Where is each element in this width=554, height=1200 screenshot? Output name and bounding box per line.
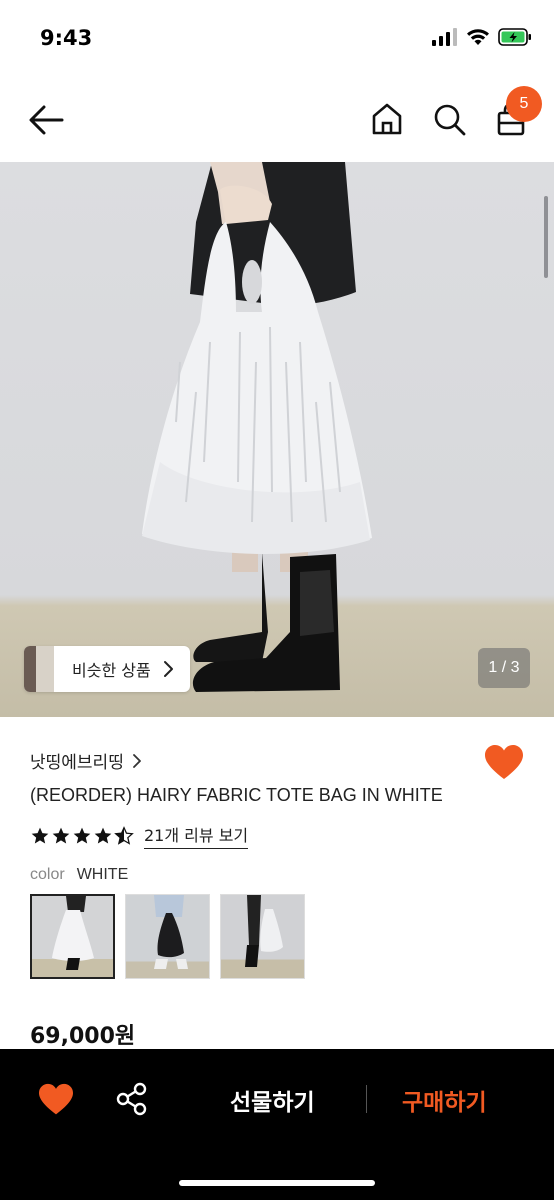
bottom-action-bar: 선물하기 구매하기 (0, 1049, 554, 1200)
heart-icon (485, 745, 523, 779)
swatch-thumbnail (245, 895, 283, 967)
divider (366, 1085, 367, 1113)
swatch-white[interactable] (30, 894, 115, 979)
rating-row: 21개 리뷰 보기 (30, 822, 249, 849)
half-star-icon (114, 825, 134, 845)
home-icon (372, 103, 402, 135)
product-photo (142, 162, 372, 692)
home-indicator (179, 1180, 375, 1186)
product-title: (REORDER) HAIRY FABRIC TOTE BAG IN WHITE (30, 785, 443, 805)
similar-products-button[interactable]: 비슷한 상품 (24, 646, 190, 692)
image-page-indicator: 1 / 3 (478, 648, 530, 688)
color-swatches (30, 894, 305, 979)
buy-button[interactable]: 구매하기 (402, 1083, 487, 1117)
option-label: color (30, 866, 65, 883)
scroll-indicator (544, 196, 548, 278)
bottom-wishlist-button[interactable] (38, 1083, 74, 1117)
cart-count-badge: 5 (506, 86, 542, 122)
product-image-carousel[interactable]: 비슷한 상품 1 / 3 (0, 162, 554, 717)
search-icon (434, 104, 466, 136)
gift-button[interactable]: 선물하기 (230, 1083, 315, 1117)
signal-icon (432, 28, 457, 46)
heart-icon (39, 1083, 73, 1115)
share-button[interactable] (114, 1081, 150, 1117)
star-icon (52, 827, 70, 843)
star-icon (94, 827, 112, 843)
battery-icon (498, 28, 531, 46)
brand-link[interactable]: 낫띵에브리띵 (30, 748, 142, 773)
swatch-white-alt[interactable] (220, 894, 305, 979)
search-button[interactable] (430, 100, 468, 138)
color-option-row: color WHITE (30, 866, 128, 884)
status-time: 9:43 (40, 26, 93, 50)
star-rating (30, 825, 134, 846)
product-price: 69,000원 (30, 1024, 136, 1049)
reviews-link[interactable]: 21개 리뷰 보기 (144, 822, 249, 849)
status-bar: 9:43 (0, 0, 554, 80)
similar-products-label: 비슷한 상품 (72, 661, 151, 680)
swatch-black[interactable] (125, 894, 210, 979)
home-button[interactable] (368, 100, 406, 138)
brand-name: 낫띵에브리띵 (30, 753, 124, 773)
swatch-thumbnail (154, 895, 188, 969)
similar-product-thumbnail (24, 646, 54, 692)
option-value: WHITE (76, 866, 129, 883)
star-icon (73, 827, 91, 843)
wishlist-button[interactable] (484, 744, 524, 782)
share-icon (116, 1082, 147, 1116)
status-icons (432, 28, 532, 46)
top-navigation: 5 (0, 80, 554, 162)
back-button[interactable] (26, 102, 66, 138)
star-icon (31, 827, 49, 843)
swatch-thumbnail (52, 896, 94, 970)
arrow-left-icon (29, 105, 64, 135)
chevron-right-icon (164, 661, 173, 677)
wifi-icon (467, 29, 489, 45)
chevron-right-icon (132, 753, 141, 768)
